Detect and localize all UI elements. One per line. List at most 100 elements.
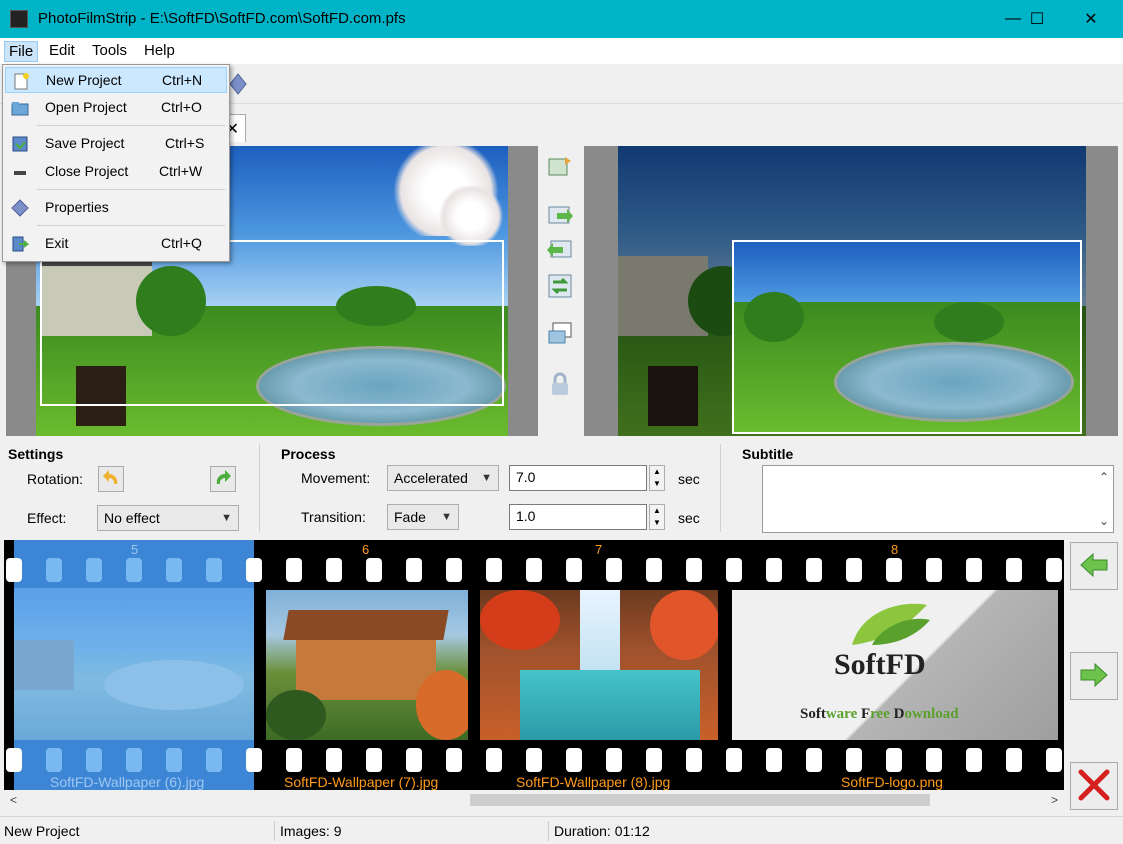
sprocket-hole (966, 748, 982, 772)
movement-value: Accelerated (394, 470, 468, 486)
sprocket-hole (966, 558, 982, 582)
sprocket-hole (566, 748, 582, 772)
sprocket-hole (1046, 558, 1062, 582)
swap-positions-icon[interactable] (546, 272, 574, 300)
filmstrip-scrollbar[interactable]: < > (4, 790, 1064, 810)
sprocket-hole (46, 748, 62, 772)
frame-filename: SoftFD-Wallpaper (7).jpg (284, 774, 439, 790)
sprocket-hole (366, 748, 382, 772)
leaf-logo-icon (842, 600, 932, 650)
movement-unit: sec (678, 471, 700, 487)
menu-item-close-project[interactable]: Close Project Ctrl+W (5, 159, 227, 185)
frame-number: 6 (362, 542, 370, 557)
menu-item-open-project[interactable]: Open Project Ctrl+O (5, 95, 227, 121)
logo-brand: SoftFD (834, 648, 926, 681)
sprocket-hole (166, 748, 182, 772)
sprocket-hole (926, 748, 942, 772)
sprocket-hole (166, 558, 182, 582)
frame-thumbnail[interactable]: SoftFD Software Free Download (732, 590, 1058, 740)
sprocket-hole (926, 558, 942, 582)
properties-toolbar-icon[interactable] (228, 72, 248, 96)
frame-thumbnail[interactable] (480, 590, 718, 740)
sprocket-hole (686, 558, 702, 582)
sprocket-hole (526, 748, 542, 772)
menu-edit[interactable]: Edit (45, 41, 79, 60)
menu-item-properties[interactable]: Properties (5, 195, 227, 221)
rotate-left-button[interactable] (98, 466, 124, 492)
maximize-button[interactable]: ☐ (1014, 0, 1060, 38)
scrollbar-thumb[interactable] (470, 794, 930, 806)
move-image-left-button[interactable] (1070, 542, 1118, 590)
sprocket-hole (446, 558, 462, 582)
end-crop-rect[interactable] (732, 240, 1082, 434)
delete-x-icon (1077, 768, 1111, 805)
exit-icon (11, 235, 30, 253)
menu-tools[interactable]: Tools (88, 41, 131, 60)
sprocket-hole (86, 558, 102, 582)
effect-select[interactable]: No effect ▼ (97, 505, 239, 531)
open-folder-icon (11, 99, 29, 117)
sprocket-hole (526, 558, 542, 582)
center-image-icon[interactable] (546, 320, 574, 348)
transition-duration-input[interactable]: 1.0 (509, 504, 647, 530)
transition-duration-spinner[interactable]: ▲ ▼ (649, 504, 665, 530)
frame-thumbnail[interactable] (266, 590, 468, 740)
chevron-down-icon: ▼ (441, 511, 452, 523)
scroll-left-icon[interactable]: < (10, 793, 17, 807)
sprocket-hole (286, 558, 302, 582)
subtitle-heading: Subtitle (742, 446, 794, 462)
properties-icon (11, 199, 29, 217)
movement-duration-input[interactable]: 7.0 (509, 465, 647, 491)
sprocket-hole (766, 558, 782, 582)
sprocket-hole (326, 558, 342, 582)
movement-duration-spinner[interactable]: ▲ ▼ (649, 465, 665, 491)
sprocket-hole (206, 558, 222, 582)
menu-file[interactable]: File (4, 41, 39, 62)
sprocket-hole (246, 558, 262, 582)
movement-select[interactable]: Accelerated ▼ (387, 465, 499, 491)
swap-icon[interactable] (546, 152, 574, 180)
frame-number: 8 (891, 542, 899, 557)
status-project: New Project (4, 823, 80, 839)
menu-item-new-project[interactable]: New Project Ctrl+N (5, 67, 227, 93)
save-icon (11, 135, 29, 153)
section-divider (720, 444, 721, 532)
menu-item-exit[interactable]: Exit Ctrl+Q (5, 231, 227, 257)
sprocket-hole (406, 558, 422, 582)
chevron-down-icon: ▼ (221, 512, 232, 524)
transition-select[interactable]: Fade ▼ (387, 504, 459, 530)
arrow-right-icon (1079, 662, 1109, 691)
app-icon (10, 10, 28, 28)
move-right-icon[interactable] (546, 202, 574, 230)
close-window-button[interactable]: ✕ (1068, 0, 1114, 38)
sprocket-hole (1046, 748, 1062, 772)
start-crop-rect[interactable] (40, 240, 504, 406)
menu-item-save-project[interactable]: Save Project Ctrl+S (5, 131, 227, 157)
sprocket-hole (646, 558, 662, 582)
menu-bar: File Edit Tools Help (0, 38, 1123, 64)
move-image-right-button[interactable] (1070, 652, 1118, 700)
subtitle-textarea[interactable]: ⌃ ⌄ (762, 465, 1114, 533)
title-bar: PhotoFilmStrip - E:\SoftFD\SoftFD.com\So… (0, 0, 1123, 38)
sprocket-hole (286, 748, 302, 772)
menu-help[interactable]: Help (140, 41, 179, 60)
movement-label: Movement: (301, 470, 371, 486)
window-title: PhotoFilmStrip - E:\SoftFD\SoftFD.com\So… (38, 10, 406, 27)
sprocket-hole (366, 558, 382, 582)
remove-image-button[interactable] (1070, 762, 1118, 810)
move-left-icon[interactable] (546, 236, 574, 264)
settings-heading: Settings (8, 446, 64, 462)
status-images: Images: 9 (280, 823, 342, 839)
scroll-right-icon[interactable]: > (1051, 793, 1058, 807)
sprocket-hole (246, 748, 262, 772)
sprocket-hole (446, 748, 462, 772)
transition-unit: sec (678, 510, 700, 526)
motion-controls (540, 146, 582, 436)
status-bar: New Project Images: 9 Duration: 01:12 (0, 816, 1123, 844)
chevron-down-icon: ▼ (481, 472, 492, 484)
sprocket-hole (686, 748, 702, 772)
lock-icon[interactable] (546, 370, 574, 398)
rotate-right-button[interactable] (210, 466, 236, 492)
filmstrip[interactable]: 5 6 7 8 SoftFD Software Free Download So… (4, 540, 1064, 790)
rotate-left-icon (101, 468, 121, 491)
